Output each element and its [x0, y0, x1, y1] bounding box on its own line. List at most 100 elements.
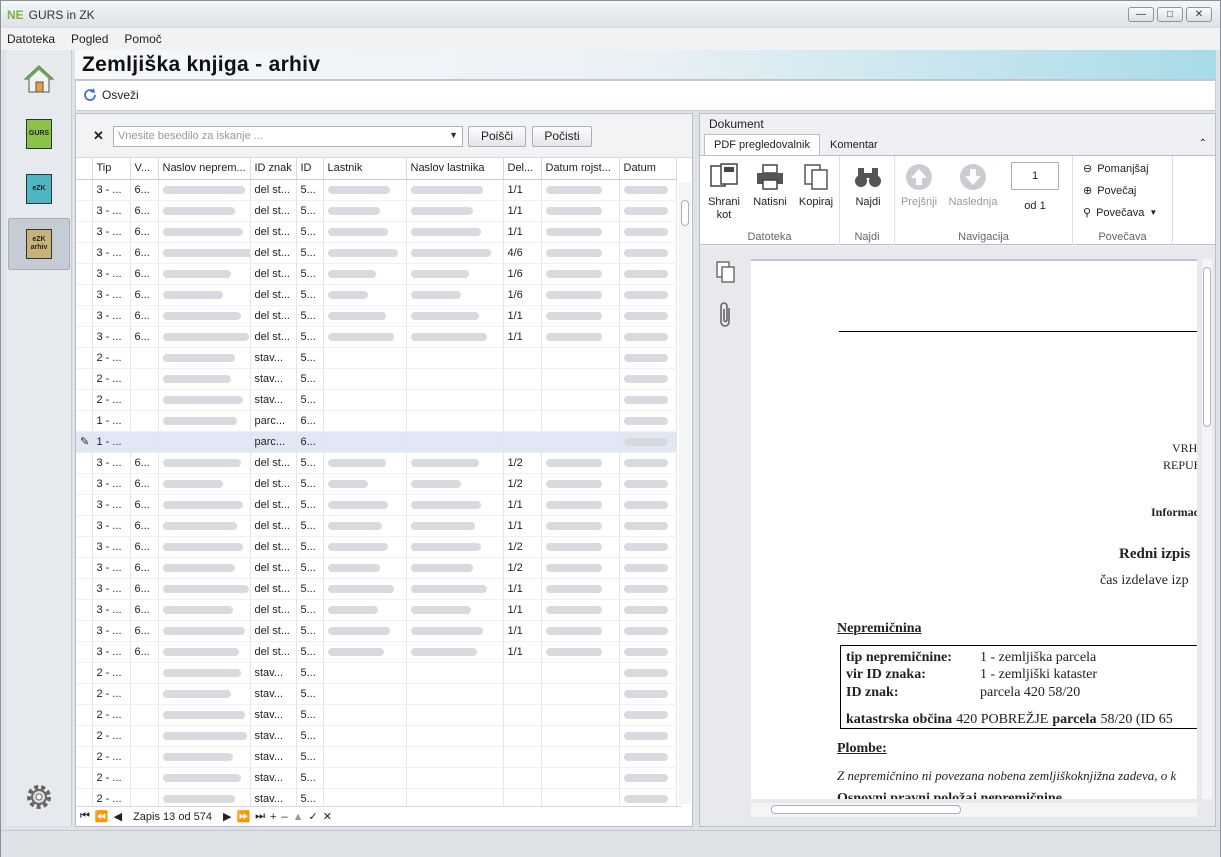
cell-vir[interactable] [130, 410, 159, 432]
cell-birth-date[interactable] [541, 410, 620, 432]
cell-birth-date[interactable] [541, 326, 620, 348]
cell-share[interactable] [503, 431, 542, 453]
cell-id-znak[interactable]: del st... [250, 620, 297, 642]
cell-date[interactable] [619, 704, 677, 726]
cell-owner-address[interactable] [406, 284, 504, 306]
cell-tip[interactable]: 3 - ... [92, 578, 131, 600]
cell-vir[interactable] [130, 788, 159, 806]
cell-id[interactable]: 5... [296, 389, 324, 411]
cell-vir[interactable]: 6... [130, 305, 159, 327]
column-header[interactable]: Del... [503, 158, 542, 180]
pdf-horizontal-scrollbar[interactable] [751, 803, 1197, 817]
cell-vir[interactable]: 6... [130, 263, 159, 285]
cell-address[interactable] [158, 599, 251, 621]
nav-gurs-button[interactable]: GURS [8, 108, 70, 160]
cell-id-znak[interactable]: stav... [250, 389, 297, 411]
nav-settings-button[interactable] [8, 771, 70, 823]
cell-owner[interactable] [323, 347, 407, 369]
cell-address[interactable] [158, 536, 251, 558]
cell-id[interactable]: 5... [296, 347, 324, 369]
cell-owner-address[interactable] [406, 410, 504, 432]
table-row[interactable]: 3 - ... 6... del st... 5... 1/1 [76, 221, 677, 243]
cell-tip[interactable]: 3 - ... [92, 641, 131, 663]
cell-tip[interactable]: 3 - ... [92, 494, 131, 516]
cell-address[interactable] [158, 368, 251, 390]
cell-address[interactable] [158, 767, 251, 789]
save-as-button[interactable]: Shrani kot [706, 162, 742, 222]
cell-date[interactable] [619, 347, 677, 369]
table-row[interactable]: 3 - ... 6... del st... 5... 1/6 [76, 284, 677, 306]
find-button[interactable]: Poišči [468, 126, 526, 147]
cell-address[interactable] [158, 725, 251, 747]
cell-date[interactable] [619, 662, 677, 684]
table-row[interactable]: 1 - ... parc... 6... [76, 410, 677, 432]
cell-owner[interactable] [323, 704, 407, 726]
pdf-scrollbar-thumb[interactable] [1203, 267, 1211, 427]
cell-birth-date[interactable] [541, 704, 620, 726]
print-button[interactable]: Natisni [750, 162, 790, 209]
table-row[interactable]: 3 - ... 6... del st... 5... 1/6 [76, 263, 677, 285]
table-row[interactable]: 3 - ... 6... del st... 5... 1/1 [76, 515, 677, 537]
cell-vir[interactable]: 6... [130, 284, 159, 306]
cell-owner-address[interactable] [406, 221, 504, 243]
cell-id[interactable]: 5... [296, 599, 324, 621]
cell-share[interactable]: 1/2 [503, 557, 542, 579]
last-record-icon[interactable]: ⏭ [255, 810, 265, 823]
cell-birth-date[interactable] [541, 788, 620, 806]
cell-date[interactable] [619, 473, 677, 495]
cell-vir[interactable]: 6... [130, 599, 159, 621]
edit-record-icon[interactable]: ▲ [293, 811, 304, 823]
cell-birth-date[interactable] [541, 725, 620, 747]
cell-id-znak[interactable]: parc... [250, 410, 297, 432]
cell-address[interactable] [158, 473, 251, 495]
cell-id[interactable]: 5... [296, 683, 324, 705]
table-row[interactable]: 2 - ... stav... 5... [76, 683, 677, 705]
cell-address[interactable] [158, 662, 251, 684]
cell-address[interactable] [158, 410, 251, 432]
scrollbar-thumb[interactable] [681, 200, 689, 226]
cell-share[interactable]: 1/1 [503, 578, 542, 600]
table-row[interactable]: 3 - ... 6... del st... 5... 1/1 [76, 599, 677, 621]
cell-tip[interactable]: 2 - ... [92, 389, 131, 411]
cell-owner-address[interactable] [406, 242, 504, 264]
cell-owner[interactable] [323, 767, 407, 789]
cell-tip[interactable]: 3 - ... [92, 179, 131, 201]
cell-share[interactable] [503, 662, 542, 684]
cell-id[interactable]: 5... [296, 788, 324, 806]
cell-tip[interactable]: 2 - ... [92, 662, 131, 684]
table-row[interactable]: 2 - ... stav... 5... [76, 788, 677, 806]
cell-tip[interactable]: 3 - ... [92, 473, 131, 495]
cell-owner[interactable] [323, 431, 407, 453]
cell-owner[interactable] [323, 200, 407, 222]
table-row[interactable]: 3 - ... 6... del st... 5... 1/1 [76, 326, 677, 348]
cell-date[interactable] [619, 536, 677, 558]
cell-owner-address[interactable] [406, 515, 504, 537]
cell-id-znak[interactable]: del st... [250, 452, 297, 474]
cell-address[interactable] [158, 347, 251, 369]
cell-share[interactable]: 1/1 [503, 200, 542, 222]
cell-tip[interactable]: 3 - ... [92, 200, 131, 222]
cell-birth-date[interactable] [541, 473, 620, 495]
table-row[interactable]: 2 - ... stav... 5... [76, 389, 677, 411]
menu-pomoc[interactable]: Pomoč [124, 32, 161, 46]
cell-address[interactable] [158, 431, 251, 453]
cell-date[interactable] [619, 221, 677, 243]
cell-address[interactable] [158, 578, 251, 600]
cell-birth-date[interactable] [541, 620, 620, 642]
cell-owner[interactable] [323, 746, 407, 768]
cell-vir[interactable]: 6... [130, 473, 159, 495]
cell-owner[interactable] [323, 494, 407, 516]
cell-vir[interactable]: 6... [130, 578, 159, 600]
pages-icon[interactable] [715, 260, 737, 284]
cell-birth-date[interactable] [541, 263, 620, 285]
table-row[interactable]: 3 - ... 6... del st... 5... 1/1 [76, 200, 677, 222]
cell-birth-date[interactable] [541, 284, 620, 306]
cell-share[interactable] [503, 368, 542, 390]
cell-birth-date[interactable] [541, 767, 620, 789]
cell-share[interactable] [503, 704, 542, 726]
cell-tip[interactable]: 2 - ... [92, 683, 131, 705]
column-header[interactable]: ID [296, 158, 324, 180]
cell-address[interactable] [158, 704, 251, 726]
cell-address[interactable] [158, 200, 251, 222]
table-row[interactable]: 2 - ... stav... 5... [76, 662, 677, 684]
